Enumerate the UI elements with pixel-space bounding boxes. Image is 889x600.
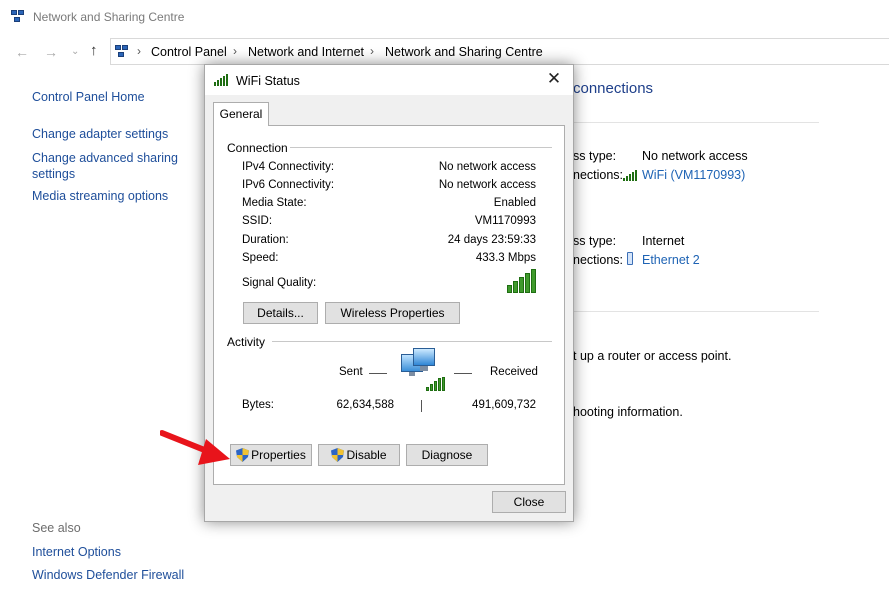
duration-value: 24 days 23:59:33	[447, 234, 536, 246]
up-arrow-icon[interactable]: ↑	[90, 43, 98, 58]
media-streaming-options-link[interactable]: Media streaming options	[32, 189, 168, 203]
dialog-title: WiFi Status	[236, 74, 300, 88]
windows-defender-firewall-link[interactable]: Windows Defender Firewall	[32, 568, 184, 582]
uac-shield-icon	[331, 448, 345, 462]
group-divider	[272, 341, 552, 342]
group-divider	[290, 147, 552, 148]
media-state-value: Enabled	[493, 197, 536, 209]
wifi-signal-icon	[214, 74, 230, 86]
back-arrow-icon[interactable]: ←	[15, 45, 29, 59]
see-also-heading: See also	[32, 521, 81, 535]
active-networks-heading: connections	[573, 80, 654, 97]
breadcrumb-separator-icon: ›	[137, 44, 141, 58]
received-line	[454, 373, 472, 374]
connection-group-heading: Connection	[227, 141, 288, 155]
ssid-label: SSID:	[242, 215, 273, 227]
dialog-titlebar: WiFi Status ✕	[205, 65, 573, 95]
tab-general[interactable]: General	[213, 102, 269, 126]
disable-button-label: Disable	[346, 448, 387, 462]
properties-button[interactable]: Properties	[230, 444, 312, 466]
window-title: Network and Sharing Centre	[33, 10, 185, 24]
sent-line	[369, 373, 387, 374]
net2-access-value: Internet	[642, 234, 685, 248]
speed-label: Speed:	[242, 252, 279, 264]
net1-access-value: No network access	[642, 149, 748, 163]
setup-router-text[interactable]: t up a router or access point.	[573, 349, 731, 363]
ethernet-icon	[627, 252, 633, 265]
details-button[interactable]: Details...	[243, 302, 318, 324]
signal-quality-label: Signal Quality:	[242, 277, 317, 289]
ipv4-label: IPv4 Connectivity:	[242, 161, 335, 173]
red-arrow-annotation	[160, 430, 230, 465]
activity-group-heading: Activity	[227, 335, 266, 349]
close-icon[interactable]: ✕	[544, 69, 564, 89]
ipv4-value: No network access	[438, 161, 536, 173]
speed-value: 433.3 Mbps	[475, 252, 536, 264]
breadcrumb-separator-icon: ›	[370, 44, 374, 58]
control-panel-home-link[interactable]: Control Panel Home	[32, 90, 145, 104]
troubleshoot-text[interactable]: hooting information.	[573, 405, 683, 419]
general-tab-panel: Connection IPv4 Connectivity: No network…	[213, 125, 565, 485]
network-centre-icon	[11, 10, 25, 24]
duration-label: Duration:	[242, 234, 289, 246]
internet-options-link[interactable]: Internet Options	[32, 545, 121, 559]
wifi-signal-icon	[623, 170, 639, 181]
ethernet-connection-link[interactable]: Ethernet 2	[642, 253, 700, 267]
net2-conn-label: nections:	[573, 253, 624, 267]
forward-arrow-icon[interactable]: →	[44, 45, 58, 59]
section-divider	[573, 311, 819, 312]
network-computer-icon	[401, 348, 449, 392]
diagnose-button[interactable]: Diagnose	[406, 444, 488, 466]
ssid-value: VM1170993	[474, 215, 536, 227]
net1-conn-label: nections:	[573, 168, 624, 182]
close-button[interactable]: Close	[492, 491, 566, 513]
bytes-label: Bytes:	[242, 399, 274, 411]
uac-shield-icon	[236, 448, 250, 462]
properties-button-label: Properties	[251, 448, 306, 462]
address-network-icon	[115, 45, 129, 59]
section-divider	[573, 122, 819, 123]
net1-access-label: ss type:	[573, 149, 617, 163]
wifi-status-dialog: WiFi Status ✕ General Connection IPv4 Co…	[204, 64, 574, 522]
bytes-received-value: 491,609,732	[472, 399, 536, 411]
ipv6-label: IPv6 Connectivity:	[242, 179, 335, 191]
change-advanced-sharing-link[interactable]: Change advanced sharing settings	[32, 150, 182, 182]
breadcrumb-separator-icon: ›	[233, 44, 237, 58]
media-state-label: Media State:	[242, 197, 307, 209]
wifi-connection-link[interactable]: WiFi (VM1170993)	[642, 168, 745, 182]
bytes-divider	[421, 400, 422, 412]
wireless-properties-button[interactable]: Wireless Properties	[325, 302, 460, 324]
recent-locations-chevron-icon[interactable]: ⌄	[71, 45, 79, 59]
ipv6-value: No network access	[438, 179, 536, 191]
breadcrumb-control-panel[interactable]: Control Panel	[151, 45, 227, 59]
sent-label: Sent	[339, 366, 363, 378]
disable-button[interactable]: Disable	[318, 444, 400, 466]
change-adapter-settings-link[interactable]: Change adapter settings	[32, 127, 168, 141]
bytes-sent-value: 62,634,588	[336, 399, 394, 411]
received-label: Received	[490, 366, 538, 378]
net2-access-label: ss type:	[573, 234, 617, 248]
breadcrumb-network-sharing[interactable]: Network and Sharing Centre	[385, 45, 543, 59]
window-titlebar: Network and Sharing Centre	[0, 0, 889, 35]
breadcrumb-network-internet[interactable]: Network and Internet	[248, 45, 364, 59]
signal-strength-icon	[507, 269, 539, 293]
